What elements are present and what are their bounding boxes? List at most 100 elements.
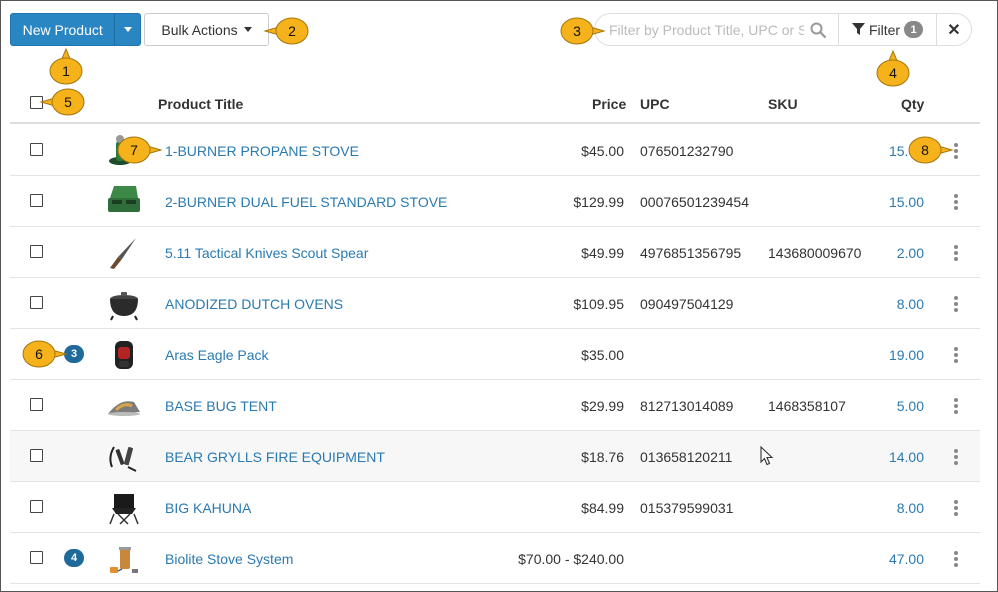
product-price: $70.00 - $240.00 [518, 550, 624, 567]
product-qty-link[interactable]: 8.00 [897, 278, 924, 329]
product-price: $129.99 [573, 193, 624, 210]
row-checkbox[interactable] [30, 245, 43, 258]
table-row[interactable]: ANODIZED DUTCH OVENS $109.95 090497504129 8… [10, 278, 980, 329]
product-price: $109.95 [573, 295, 624, 312]
callout-marker: 4 [876, 49, 910, 87]
callout-marker: 6 [22, 340, 68, 368]
product-title-link[interactable]: 2-BURNER DUAL FUEL STANDARD STOVE [165, 176, 447, 227]
table-row[interactable]: 3 Aras Eagle Pack $35.00 19.00 [10, 329, 980, 380]
camp-chair-icon [106, 490, 142, 526]
row-checkbox[interactable] [30, 194, 43, 207]
table-row[interactable]: 4 Biolite Stove System $70.00 - $240.00 47.… [10, 533, 980, 584]
more-actions-icon[interactable] [953, 347, 959, 363]
product-upc: 015379599031 [640, 499, 734, 516]
row-checkbox[interactable] [30, 296, 43, 309]
new-product-button[interactable]: New Product [11, 14, 114, 45]
product-title-link[interactable]: Biolite Stove System [165, 533, 293, 584]
product-upc: 00076501239454 [640, 193, 750, 210]
callout-marker: 5 [39, 88, 85, 116]
more-actions-icon[interactable] [953, 449, 959, 465]
product-title-link[interactable]: BEAR GRYLLS FIRE EQUIPMENT [165, 431, 385, 482]
product-title-link[interactable]: BIG KAHUNA [165, 482, 251, 533]
table-row[interactable]: BASE BUG TENT $29.99 812713014089 146835810… [10, 380, 980, 431]
product-qty-link[interactable]: 15.00 [889, 176, 924, 227]
column-header-title[interactable]: Product Title [158, 96, 243, 112]
more-actions-icon[interactable] [953, 245, 959, 261]
new-product-dropdown-toggle[interactable] [114, 14, 140, 45]
chevron-down-icon [243, 27, 252, 32]
dutch-oven-icon [106, 286, 142, 322]
variant-count-badge: 4 [64, 549, 84, 567]
product-qty-link[interactable]: 14.00 [889, 431, 924, 482]
product-price: $45.00 [581, 142, 624, 159]
column-header-upc[interactable]: UPC [640, 96, 670, 112]
clear-filter-button[interactable]: ✕ [936, 13, 972, 46]
backpack-icon [106, 337, 142, 373]
product-upc: 812713014089 [640, 397, 734, 414]
table-row[interactable]: 5.11 Tactical Knives Scout Spear $49.99 49… [10, 227, 980, 278]
column-header-sku[interactable]: SKU [768, 96, 798, 112]
row-checkbox[interactable] [30, 143, 43, 156]
filter-count-badge: 1 [904, 21, 924, 38]
product-qty-link[interactable]: 8.00 [897, 482, 924, 533]
chevron-down-icon [123, 27, 132, 32]
product-title-link[interactable]: BASE BUG TENT [165, 380, 277, 431]
product-title-link[interactable]: 1-BURNER PROPANE STOVE [165, 125, 359, 176]
product-price: $84.99 [581, 499, 624, 516]
tent-icon [106, 388, 142, 424]
more-actions-icon[interactable] [953, 551, 959, 567]
product-upc: 076501232790 [640, 142, 734, 159]
product-price: $49.99 [581, 244, 624, 261]
callout-marker: 1 [49, 47, 83, 85]
product-upc: 4976851356795 [640, 244, 742, 261]
product-qty-link[interactable]: 47.00 [889, 533, 924, 584]
search-box [594, 13, 838, 46]
table-row[interactable]: 2-BURNER DUAL FUEL STANDARD STOVE $129.99… [10, 176, 980, 227]
new-product-button-group: New Product [10, 13, 141, 46]
column-header-qty[interactable]: Qty [901, 96, 924, 112]
funnel-icon [851, 23, 865, 35]
product-upc: 090497504129 [640, 295, 734, 312]
callout-marker: 3 [560, 17, 606, 45]
more-actions-icon[interactable] [953, 143, 959, 159]
knife-icon [106, 235, 142, 271]
search-icon[interactable] [810, 22, 826, 38]
biolite-stove-icon [106, 541, 142, 577]
product-title-link[interactable]: ANODIZED DUTCH OVENS [165, 278, 343, 329]
more-actions-icon[interactable] [953, 296, 959, 312]
product-price: $35.00 [581, 346, 624, 363]
column-header-price[interactable]: Price [592, 96, 626, 112]
callout-marker: 2 [263, 17, 309, 45]
product-qty-link[interactable]: 5.00 [897, 380, 924, 431]
product-sku: 143680009670 [768, 244, 862, 261]
product-title-link[interactable]: Aras Eagle Pack [165, 329, 269, 380]
filter-label: Filter [868, 21, 901, 38]
filter-button[interactable]: Filter 1 [838, 13, 937, 46]
product-title-link[interactable]: 5.11 Tactical Knives Scout Spear [165, 227, 368, 278]
more-actions-icon[interactable] [953, 194, 959, 210]
product-price: $29.99 [581, 397, 624, 414]
more-actions-icon[interactable] [953, 500, 959, 516]
row-checkbox[interactable] [30, 551, 43, 564]
fire-starter-icon [106, 439, 142, 475]
close-icon: ✕ [947, 21, 961, 39]
mouse-cursor-icon [760, 446, 774, 466]
callout-marker: 7 [117, 136, 163, 164]
row-checkbox[interactable] [30, 449, 43, 462]
product-qty-link[interactable]: 2.00 [897, 227, 924, 278]
product-upc: 013658120211 [640, 448, 733, 465]
product-qty-link[interactable]: 19.00 [889, 329, 924, 380]
search-input[interactable] [609, 21, 804, 38]
product-price: $18.76 [581, 448, 624, 465]
bulk-actions-label: Bulk Actions [161, 21, 238, 38]
bulk-actions-button[interactable]: Bulk Actions [144, 13, 269, 46]
product-sku: 1468358107 [768, 397, 846, 414]
table-header: Product Title Price UPC SKU Qty [10, 86, 980, 124]
table-row[interactable]: BIG KAHUNA $84.99 015379599031 8.00 [10, 482, 980, 533]
more-actions-icon[interactable] [953, 398, 959, 414]
callout-marker: 8 [908, 136, 954, 164]
row-checkbox[interactable] [30, 500, 43, 513]
row-checkbox[interactable] [30, 398, 43, 411]
stove-2-icon [106, 184, 142, 220]
table-row[interactable]: BEAR GRYLLS FIRE EQUIPMENT $18.76 01365812… [10, 431, 980, 482]
